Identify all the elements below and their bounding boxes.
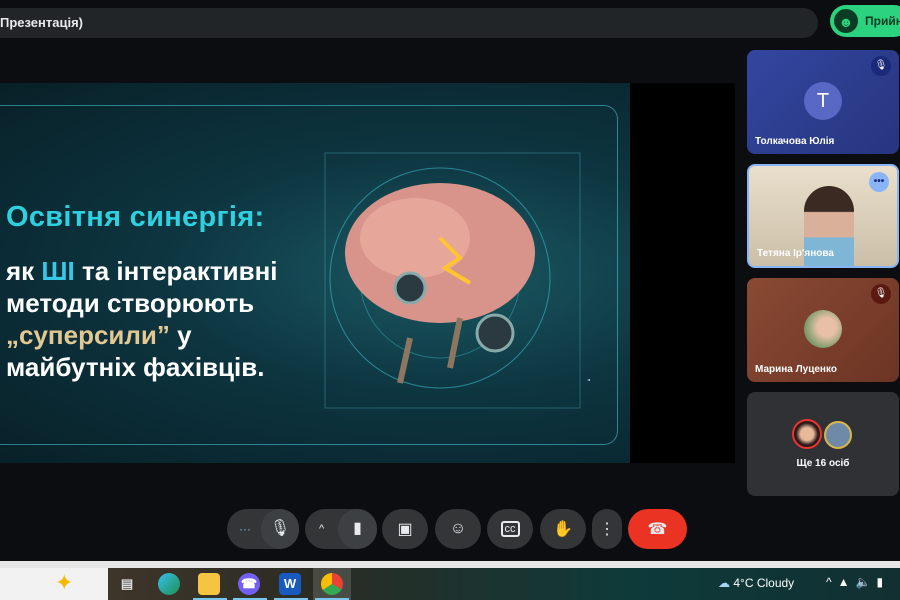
mic-off-icon: 🎙 <box>871 284 891 304</box>
participant-tile[interactable]: 🎙 Марина Луценко <box>747 278 899 382</box>
more-participants-tile[interactable]: Ще 16 осіб <box>747 392 899 496</box>
mic-off-icon: 🎙 <box>871 56 891 76</box>
edge-icon[interactable] <box>158 573 180 595</box>
copilot-sparkle-icon[interactable]: ✦ <box>55 570 73 596</box>
microphone-button[interactable]: 🎙 <box>261 509 299 549</box>
presentation-stage: ✦ Освітня синергія: як ШІ та інтерактивн… <box>0 83 735 463</box>
chrome-icon[interactable] <box>321 573 343 595</box>
more-options-button[interactable]: ⋮ <box>592 509 622 549</box>
reactions-button[interactable]: ☺ <box>435 509 481 549</box>
avatar: T <box>804 82 842 120</box>
slide-highlight: ШІ <box>41 256 75 286</box>
accept-participants-button[interactable]: ☻ Прийня <box>830 5 900 37</box>
task-view-icon[interactable]: ▤ <box>116 573 138 595</box>
more-vert-icon: ⋮ <box>599 521 615 538</box>
participant-name: Толкачова Юлія <box>755 136 835 147</box>
avatar <box>824 421 852 449</box>
file-explorer-icon[interactable] <box>198 573 220 595</box>
add-person-icon: ☻ <box>833 8 859 34</box>
present-screen-icon: ▣ <box>397 521 413 538</box>
camera-button[interactable]: ▮ <box>338 509 377 549</box>
window-border <box>0 561 900 568</box>
meeting-title: Презентація) <box>0 15 84 30</box>
system-tray[interactable]: ^▲🔈▮ <box>826 575 889 589</box>
svg-text:✦: ✦ <box>585 368 590 393</box>
video-options-button[interactable]: ^ <box>319 523 324 535</box>
slide-text: методи створюють <box>6 288 255 318</box>
weather-text: 4°C Cloudy <box>733 576 795 590</box>
word-icon[interactable]: W <box>279 573 301 595</box>
raise-hand-button[interactable]: ✋ <box>540 509 586 549</box>
participant-name: Марина Луценко <box>755 364 837 375</box>
weather-widget[interactable]: ☁ 4°C Cloudy <box>718 576 794 590</box>
participant-name: Тетяна Ір'янова <box>757 248 834 259</box>
more-participants-label: Ще 16 осіб <box>796 458 850 469</box>
emoji-icon: ☺ <box>449 520 467 537</box>
slide-text: майбутніх фахівців. <box>6 352 265 382</box>
slide-highlight: „суперсили” <box>6 320 170 350</box>
hand-icon: ✋ <box>553 521 573 538</box>
slide-text: у <box>169 320 192 350</box>
meeting-title-bar: Презентація) <box>0 8 818 38</box>
network-icon[interactable]: ▲ <box>838 575 856 589</box>
volume-icon[interactable]: 🔈 <box>856 575 877 589</box>
accept-label: Прийня <box>865 14 900 28</box>
end-call-icon: ☎ <box>647 521 668 538</box>
brain-illustration: ✦ <box>324 152 590 409</box>
more-options-icon[interactable]: ••• <box>869 172 889 192</box>
video-controls: ^ ▮ <box>305 509 377 549</box>
taskbar: ✦ ▤ ☎ W ☁ 4°C Cloudy ^▲🔈▮ <box>0 568 900 600</box>
leave-call-button[interactable]: ☎ <box>628 509 687 549</box>
captions-icon: cc <box>500 521 520 537</box>
slide-text: як <box>6 256 42 286</box>
cloud-icon: ☁ <box>718 576 730 590</box>
avatar <box>804 310 842 348</box>
avatar <box>792 419 822 449</box>
presentation-slide: ✦ Освітня синергія: як ШІ та інтерактивн… <box>0 83 630 463</box>
copilot-area: ✦ <box>0 568 108 600</box>
slide-subtitle: як ШІ та інтерактивні методи створюють „… <box>6 255 278 383</box>
participant-tile[interactable]: 🎙 T Толкачова Юлія <box>747 50 899 154</box>
chevron-up-icon[interactable]: ^ <box>826 575 838 589</box>
audio-controls: ··· 🎙 <box>227 509 299 549</box>
battery-icon[interactable]: ▮ <box>876 575 889 589</box>
participant-tile-active[interactable]: ••• Тетяна Ір'янова <box>747 164 899 268</box>
audio-options-button[interactable]: ··· <box>239 522 251 536</box>
viber-icon[interactable]: ☎ <box>238 573 260 595</box>
slide-text: та інтерактивні <box>74 256 278 286</box>
captions-button[interactable]: cc <box>487 509 533 549</box>
slide-title: Освітня синергія: <box>6 201 265 233</box>
present-button[interactable]: ▣ <box>382 509 428 549</box>
